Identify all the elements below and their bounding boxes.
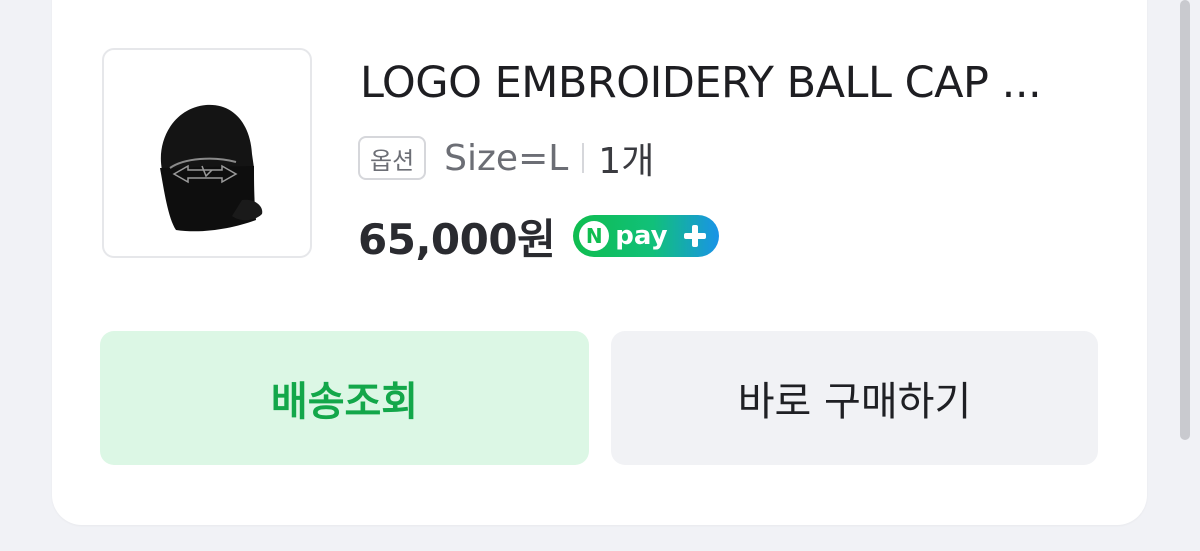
- plus-icon: [684, 225, 707, 247]
- scrollbar[interactable]: [1180, 0, 1190, 440]
- ball-cap-image: [160, 104, 263, 232]
- price-row: 65,000원 N pay: [358, 208, 720, 264]
- quantity-label: 1개: [598, 141, 655, 182]
- option-divider: [582, 143, 585, 173]
- npay-badge: N pay: [573, 215, 720, 257]
- npay-label: pay: [615, 221, 668, 251]
- product-thumbnail[interactable]: [102, 48, 312, 258]
- option-value: Size=L: [444, 137, 569, 179]
- option-badge: 옵션: [358, 136, 427, 180]
- buy-now-button[interactable]: 바로 구매하기: [611, 331, 1098, 465]
- price-label: 65,000원: [358, 214, 556, 264]
- option-row: 옵션 Size=L 1개: [358, 133, 654, 183]
- npay-n-icon: N: [579, 221, 610, 251]
- product-title[interactable]: LOGO EMBROIDERY BALL CAP ...: [360, 58, 1100, 108]
- track-delivery-button[interactable]: 배송조회: [100, 331, 589, 465]
